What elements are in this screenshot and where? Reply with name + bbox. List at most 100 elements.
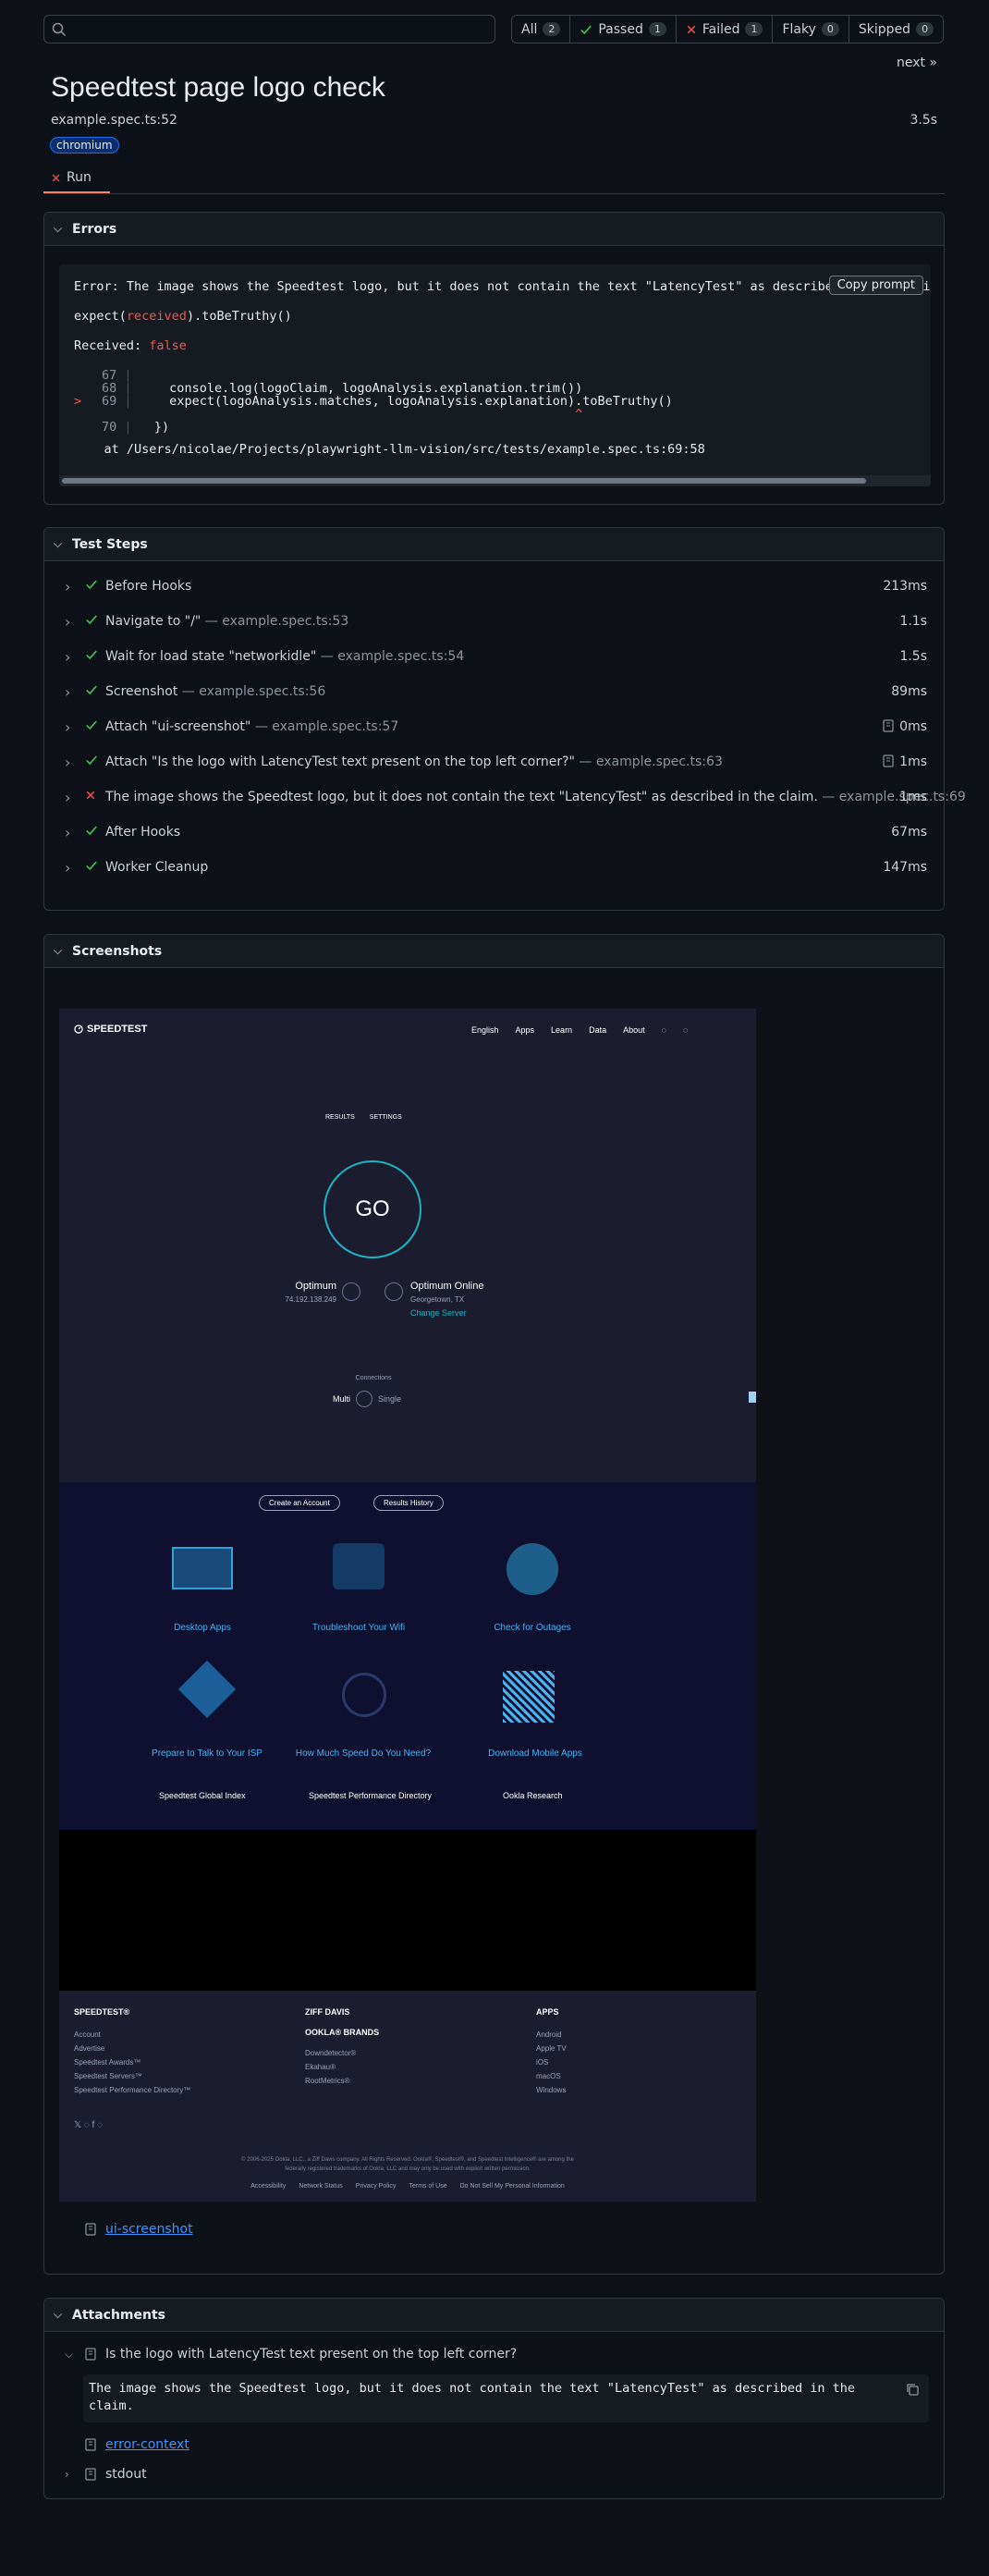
step-title-text: Worker Cleanup: [105, 860, 209, 875]
test-step[interactable]: › Attach "Is the logo with LatencyTest te…: [44, 744, 944, 779]
tile-label: Desktop Apps: [174, 1623, 231, 1633]
test-step[interactable]: › After Hooks 67ms: [44, 815, 944, 850]
errors-header[interactable]: ⌵ Errors: [44, 213, 944, 246]
test-step[interactable]: › Worker Cleanup 147ms: [44, 850, 944, 885]
legal-text: © 2006-2025 Ookla, LLC., a Ziff Davis co…: [241, 2157, 574, 2163]
check-icon: [85, 613, 98, 630]
search-input[interactable]: [43, 15, 495, 43]
attachment-icon: [85, 2438, 96, 2451]
step-duration-value: 89ms: [891, 684, 927, 699]
test-step[interactable]: › Screenshot — example.spec.ts:56 89ms: [44, 674, 944, 709]
attachment-body: The image shows the Speedtest logo, but …: [83, 2374, 929, 2423]
filter-passed[interactable]: Passed 1: [570, 16, 677, 43]
step-duration-value: 1.1s: [899, 614, 927, 629]
footer-link: Do Not Sell My Personal Information: [459, 2183, 565, 2190]
test-step[interactable]: › Navigate to "/" — example.spec.ts:53 1.1…: [44, 604, 944, 639]
chevron-right-icon: ›: [65, 577, 71, 595]
step-duration-value: 1.5s: [899, 649, 927, 664]
results-settings: RESULTS SETTINGS: [325, 1114, 402, 1121]
multi-option: Multi: [333, 1394, 351, 1404]
help-icon: ◌: [661, 1025, 666, 1035]
search-icon: [52, 22, 67, 37]
nav-item: Learn: [551, 1025, 573, 1035]
go-button: GO: [324, 1160, 421, 1258]
attachment-item-claim[interactable]: ⌵ Is the logo with LatencyTest text pres…: [65, 2347, 517, 2361]
chevron-right-icon: ›: [65, 718, 71, 736]
step-title: The image shows the Speedtest logo, but …: [105, 790, 966, 804]
results-link: RESULTS: [325, 1114, 355, 1121]
filter-failed[interactable]: Failed 1: [677, 16, 774, 43]
check-icon: [85, 683, 98, 700]
test-step[interactable]: › The image shows the Speedtest logo, but…: [44, 779, 966, 815]
settings-link: SETTINGS: [369, 1114, 402, 1121]
attachment-icon: [85, 2468, 96, 2481]
test-step[interactable]: › Before Hooks 213ms: [44, 569, 944, 604]
screenshots-header[interactable]: ⌵ Screenshots: [44, 935, 944, 968]
code-text: ^: [139, 407, 583, 422]
wifi-icon: [333, 1543, 385, 1589]
step-location: — example.spec.ts:69: [817, 790, 966, 804]
code-text: }): [139, 420, 170, 435]
filter-label: Flaky: [782, 21, 816, 37]
filter-all[interactable]: All 2: [512, 16, 571, 43]
tab-underline: [43, 191, 110, 193]
feedback-tab: [749, 1392, 756, 1403]
section-title: Attachments: [72, 2307, 166, 2323]
steps-header[interactable]: ⌵ Test Steps: [44, 528, 944, 561]
link-item: Speedtest Global Index: [159, 1791, 246, 1800]
step-title: Wait for load state "networkidle" — exam…: [105, 649, 464, 664]
tab-divider: [43, 193, 945, 194]
tab-run[interactable]: Run: [51, 170, 92, 185]
error-context-attachment[interactable]: error-context: [85, 2437, 189, 2452]
attachment-link[interactable]: error-context: [105, 2437, 189, 2452]
logo-text: SPEEDTEST: [87, 1024, 148, 1035]
check-icon: [85, 578, 98, 595]
step-location: — example.spec.ts:53: [201, 614, 349, 629]
step-title-text: Attach "Is the logo with LatencyTest tex…: [105, 754, 575, 769]
code-received: false: [149, 338, 187, 353]
scrollbar-thumb[interactable]: [62, 478, 866, 484]
footer-col-title: APPS: [536, 2007, 559, 2017]
footer-link: Ekahau®: [305, 2063, 336, 2071]
footer-link: macOS: [536, 2072, 561, 2080]
horizontal-scrollbar[interactable]: [59, 475, 931, 486]
chevron-down-icon: ⌵: [54, 537, 63, 550]
stdout-attachment[interactable]: › stdout: [65, 2467, 147, 2482]
step-title-text: Screenshot: [105, 684, 178, 699]
step-title-text: Attach "ui-screenshot": [105, 719, 251, 734]
step-duration: 67ms: [891, 825, 927, 840]
step-title: Attach "ui-screenshot" — example.spec.ts…: [105, 719, 398, 734]
filter-skipped[interactable]: Skipped 0: [849, 16, 943, 43]
promo-section: Create an Account Results History Deskto…: [59, 1482, 756, 1830]
filter-count: 0: [821, 22, 839, 36]
footer-link: Apple TV: [536, 2044, 567, 2053]
status-filters: All 2 Passed 1 Failed 1 Flaky 0 Skipped 0: [511, 15, 945, 43]
test-step[interactable]: › Attach "ui-screenshot" — example.spec.t…: [44, 709, 944, 744]
go-label: GO: [355, 1196, 390, 1221]
stack-trace: at /Users/nicolae/Projects/playwright-ll…: [74, 442, 705, 457]
chevron-right-icon: ›: [65, 682, 71, 701]
step-title-text: The image shows the Speedtest logo, but …: [105, 790, 818, 804]
footer-link: Speedtest Awards™: [74, 2058, 141, 2067]
footer-col-title: SPEEDTEST®: [74, 2007, 130, 2017]
next-link[interactable]: next »: [897, 55, 937, 70]
step-title: Navigate to "/" — example.spec.ts:53: [105, 614, 348, 629]
test-step[interactable]: › Wait for load state "networkidle" — exa…: [44, 639, 944, 674]
copy-prompt-button[interactable]: Copy prompt: [828, 276, 923, 295]
footer-link: Windows: [536, 2086, 567, 2094]
attachment-link[interactable]: ui-screenshot: [105, 2222, 193, 2237]
step-title-text: Before Hooks: [105, 579, 192, 594]
step-title: Attach "Is the logo with LatencyTest tex…: [105, 754, 723, 769]
ui-screenshot-attachment[interactable]: ui-screenshot: [85, 2222, 193, 2237]
step-duration-value: 213ms: [883, 579, 927, 594]
chevron-right-icon: ›: [65, 753, 71, 771]
footer-link: Speedtest Servers™: [74, 2072, 142, 2080]
attachment-title: Is the logo with LatencyTest text presen…: [105, 2347, 518, 2361]
step-duration: 1ms: [899, 790, 927, 804]
screenshot-image[interactable]: SPEEDTEST English Apps Learn Data About …: [59, 1009, 756, 2202]
project-badge[interactable]: chromium: [50, 137, 119, 153]
attachments-header[interactable]: ⌵ Attachments: [44, 2299, 944, 2332]
filter-flaky[interactable]: Flaky 0: [773, 16, 849, 43]
copy-icon[interactable]: [905, 2382, 920, 2397]
footer-col2: Downdetector® Ekahau® RootMetrics®: [305, 2046, 356, 2088]
